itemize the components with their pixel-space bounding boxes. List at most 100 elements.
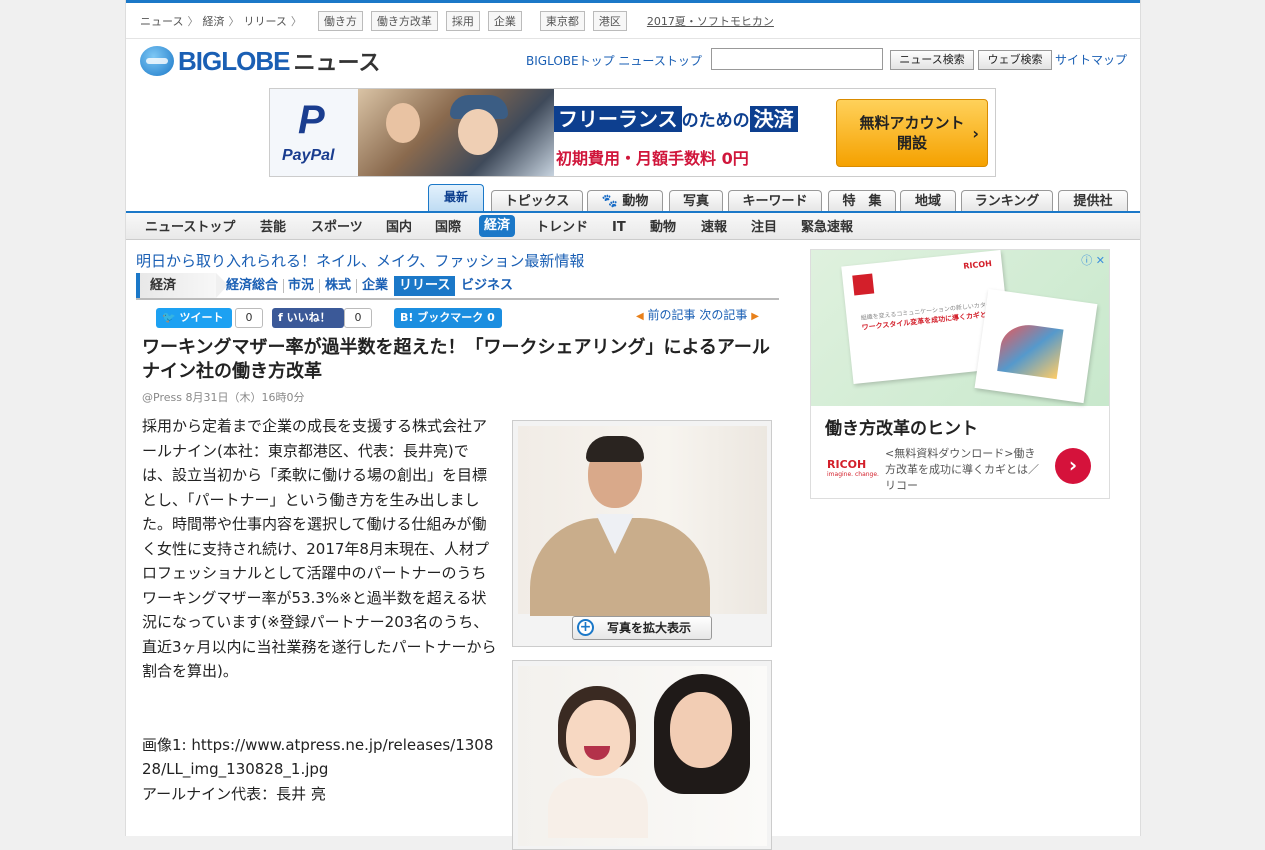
- nav-international[interactable]: 国際: [435, 218, 461, 237]
- section-label: 経済: [136, 273, 228, 298]
- article-body: 採用から定着まで企業の成長を支援する株式会社アールナイン(本社：東京都港区、代表…: [142, 414, 498, 806]
- tab-topics[interactable]: トピックス: [491, 190, 583, 211]
- biglobe-top-link[interactable]: BIGLOBEトップ: [526, 54, 615, 68]
- hatena-label: ブックマーク: [417, 311, 484, 324]
- facebook-icon: f: [278, 311, 283, 324]
- tab-providers[interactable]: 提供社: [1058, 190, 1128, 211]
- subnav-stocks[interactable]: 株式: [325, 276, 351, 296]
- photo-child-face: [566, 700, 630, 776]
- subnav-business[interactable]: ビジネス: [461, 276, 513, 296]
- nav-news-top[interactable]: ニューストップ: [145, 218, 235, 237]
- special-feature-link[interactable]: 2017夏・ソフトモヒカン: [647, 13, 774, 29]
- subnav-market[interactable]: 市況: [288, 276, 314, 296]
- paypal-p-icon: P: [298, 98, 325, 142]
- sitemap-link[interactable]: サイトマップ: [1055, 51, 1127, 68]
- adchoices-icon[interactable]: ⓘ ✕: [1081, 252, 1105, 268]
- ad-headline-mid: のための: [681, 111, 750, 131]
- tab-animals[interactable]: 🐾 動物: [587, 190, 663, 211]
- nav-domestic[interactable]: 国内: [386, 218, 412, 237]
- news-search-button[interactable]: ニュース検索: [890, 50, 974, 70]
- ad-photo: [358, 89, 554, 176]
- tab-region[interactable]: 地域: [900, 190, 956, 211]
- photo-child-dress: [548, 778, 648, 838]
- ad-cta-line2: 開設: [896, 134, 927, 152]
- paw-icon: 🐾: [601, 194, 623, 209]
- promo-link[interactable]: 明日から取り入れられる！ネイル、メイク、ファッション最新情報: [136, 250, 584, 271]
- prev-next-nav: ◀ 前の記事 次の記事 ▶: [636, 306, 759, 323]
- article-image-1: + 写真を拡大表示: [512, 420, 772, 647]
- logo-brand: BIGLOBE: [178, 45, 290, 76]
- web-search-button[interactable]: ウェブ検索: [978, 50, 1052, 70]
- biglobe-news-logo[interactable]: BIGLOBE ニュース: [140, 44, 380, 78]
- nav-entertainment[interactable]: 芸能: [260, 218, 286, 237]
- ricoh-wordmark: RICOH: [827, 458, 867, 471]
- ad-person-icon: [386, 103, 420, 143]
- tag-minato[interactable]: 港区: [592, 11, 627, 31]
- portrait-photo[interactable]: [518, 426, 767, 616]
- chevron-right-icon[interactable]: ›: [1055, 448, 1091, 484]
- ad-visual: RICOH 組織を変えるコミュニケーションの新しいカタチ ワークスタイル変革を成…: [811, 250, 1109, 406]
- section-subnav: 経済 経済総合 市況 株式 企業 リリース ビジネス: [136, 273, 779, 300]
- logo-suffix: ニュース: [293, 51, 381, 76]
- triangle-right-icon: ▶: [751, 311, 759, 322]
- nav-economy[interactable]: 経済: [479, 215, 516, 237]
- divider: [319, 279, 320, 293]
- ad-person-icon: [458, 109, 498, 155]
- globe-icon: [140, 46, 174, 76]
- nav-trend[interactable]: トレンド: [536, 218, 588, 237]
- nav-emergency[interactable]: 緊急速報: [801, 218, 853, 237]
- tag-hatarakikata[interactable]: 働き方: [317, 11, 363, 31]
- zoom-label: 写真を拡大表示: [607, 621, 692, 635]
- like-button[interactable]: f いいね！: [272, 308, 344, 328]
- tab-ranking[interactable]: ランキング: [961, 190, 1053, 211]
- tag-tokyo[interactable]: 東京都: [539, 11, 585, 31]
- ad-headline-box1: フリーランス: [554, 106, 682, 132]
- zoom-photo-button[interactable]: + 写真を拡大表示: [572, 616, 712, 640]
- mother-child-photo[interactable]: [518, 666, 767, 846]
- nav-breaking[interactable]: 速報: [701, 218, 727, 237]
- breadcrumb: ニュース〉 経済〉 リリース〉 働き方 働き方改革 採用 企業 東京都 港区 2…: [140, 11, 774, 31]
- tab-latest[interactable]: 最新: [428, 184, 484, 211]
- nav-it[interactable]: IT: [612, 218, 626, 237]
- tag-recruitment[interactable]: 採用: [445, 11, 480, 31]
- subnav-economy-general[interactable]: 経済総合: [226, 276, 278, 296]
- tweet-count: 0: [235, 308, 263, 328]
- ad-subline: 初期費用・月額手数料 0円: [556, 149, 749, 168]
- breadcrumb-release[interactable]: リリース: [243, 13, 286, 29]
- news-top-link[interactable]: ニューストップ: [618, 54, 701, 68]
- subnav-company[interactable]: 企業: [362, 276, 388, 296]
- ad-title: 働き方改革のヒント: [825, 419, 978, 439]
- divider: [356, 279, 357, 293]
- header-links: BIGLOBEトップ ニューストップ: [526, 52, 702, 69]
- paypal-banner-ad[interactable]: P PayPal フリーランス のための 決済 初期費用・月額手数料 0円 無料アカ…: [269, 88, 996, 177]
- tag-work-reform[interactable]: 働き方改革: [370, 11, 438, 31]
- tab-keywords[interactable]: キーワード: [728, 190, 822, 211]
- ad-document-image-2: [974, 288, 1098, 404]
- photo-mother-face: [670, 692, 732, 768]
- tweet-button[interactable]: 🐦 ツイート: [156, 308, 232, 328]
- breadcrumb-separator: 〉: [228, 15, 240, 28]
- tag-company[interactable]: 企業: [487, 11, 522, 31]
- next-article-link[interactable]: 次の記事: [699, 308, 747, 322]
- search-input[interactable]: [711, 48, 883, 70]
- hatena-bookmark-button[interactable]: B! ブックマーク 0: [394, 308, 502, 328]
- photo-hair: [586, 436, 644, 462]
- tab-animals-label: 動物: [622, 194, 649, 209]
- nav-sports[interactable]: スポーツ: [311, 218, 363, 237]
- ad-cta-button[interactable]: 無料アカウント 開設 ›: [836, 99, 988, 167]
- nav-animals[interactable]: 動物: [650, 218, 676, 237]
- ricoh-sidebar-ad[interactable]: RICOH 組織を変えるコミュニケーションの新しいカタチ ワークスタイル変革を成…: [810, 249, 1110, 499]
- tab-features[interactable]: 特 集: [828, 190, 896, 211]
- prev-article-link[interactable]: 前の記事: [648, 308, 696, 322]
- ad-doc-brand: RICOH: [962, 258, 993, 271]
- article-byline: @Press 8月31日（木）16時0分: [142, 391, 305, 404]
- tab-photos[interactable]: 写真: [669, 190, 723, 211]
- divider: [283, 279, 284, 293]
- breadcrumb-news[interactable]: ニュース: [140, 13, 183, 29]
- tweet-label: ツイート: [179, 311, 224, 324]
- nav-attention[interactable]: 注目: [751, 218, 777, 237]
- breadcrumb-economy[interactable]: 経済: [202, 13, 224, 29]
- subnav-release[interactable]: リリース: [394, 276, 456, 296]
- image-caption-person: アールナイン代表：長井 亮: [142, 784, 326, 803]
